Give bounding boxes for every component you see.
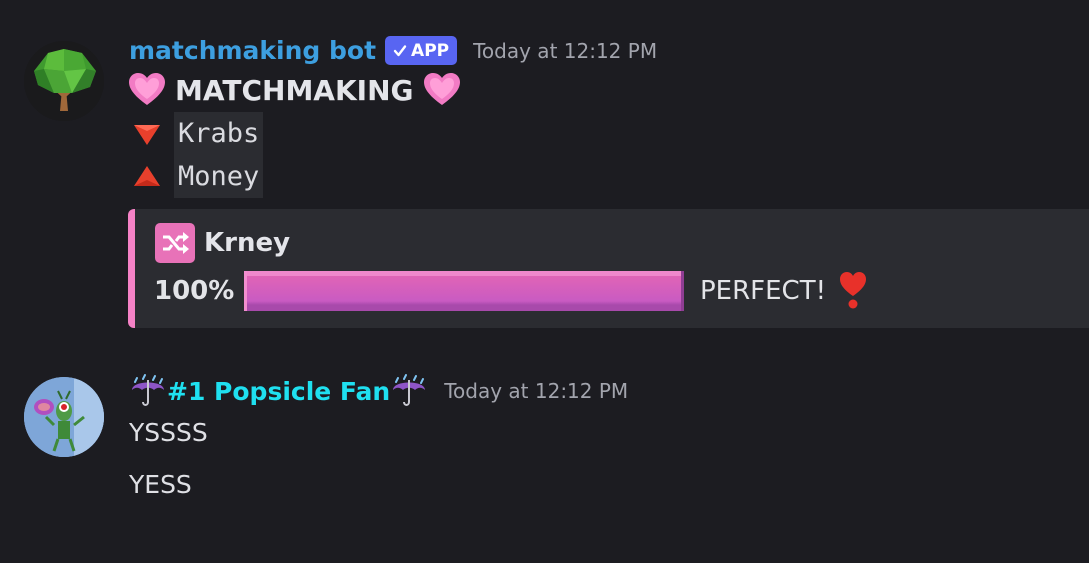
- title-text: MATCHMAKING: [175, 73, 414, 107]
- message-line: YESS: [129, 470, 192, 499]
- app-badge[interactable]: APP: [385, 36, 458, 65]
- pink-heart-icon: [129, 73, 165, 105]
- tree-icon: [24, 41, 104, 121]
- name1-code: Krabs: [174, 112, 264, 155]
- match-embed: Krney 100% PERFECT!: [128, 209, 1089, 328]
- title-line: MATCHMAKING: [129, 73, 470, 107]
- message-line: YSSSS: [129, 418, 208, 447]
- match-percent: 100%: [154, 276, 235, 306]
- checkmark-icon: [393, 44, 407, 56]
- user-avatar[interactable]: [24, 377, 104, 457]
- umbrella-rain-icon: [393, 374, 426, 406]
- red-triangle-down-icon: [134, 124, 160, 145]
- timestamp[interactable]: Today at 12:12 PM: [444, 379, 628, 403]
- pink-heart-icon: [423, 73, 460, 105]
- timestamp[interactable]: Today at 12:12 PM: [473, 39, 657, 63]
- author-name[interactable]: #1 Popsicle Fan: [167, 377, 390, 406]
- bot-avatar[interactable]: [24, 41, 104, 121]
- heart-exclamation-icon: [840, 272, 867, 309]
- match-progress-bar: [244, 271, 684, 311]
- plankton-avatar-icon: [24, 377, 104, 457]
- name1-line: Krabs: [132, 112, 264, 155]
- author-name[interactable]: matchmaking bot: [129, 36, 376, 65]
- name2-line: Money: [132, 155, 264, 198]
- app-badge-label: APP: [411, 40, 450, 61]
- embed-title: Krney: [204, 228, 291, 258]
- umbrella-rain-icon: [132, 374, 164, 406]
- name2-code: Money: [174, 155, 264, 198]
- red-triangle-up-icon: [134, 165, 160, 186]
- shuffle-icon: [155, 223, 195, 263]
- result-text: PERFECT!: [700, 276, 827, 306]
